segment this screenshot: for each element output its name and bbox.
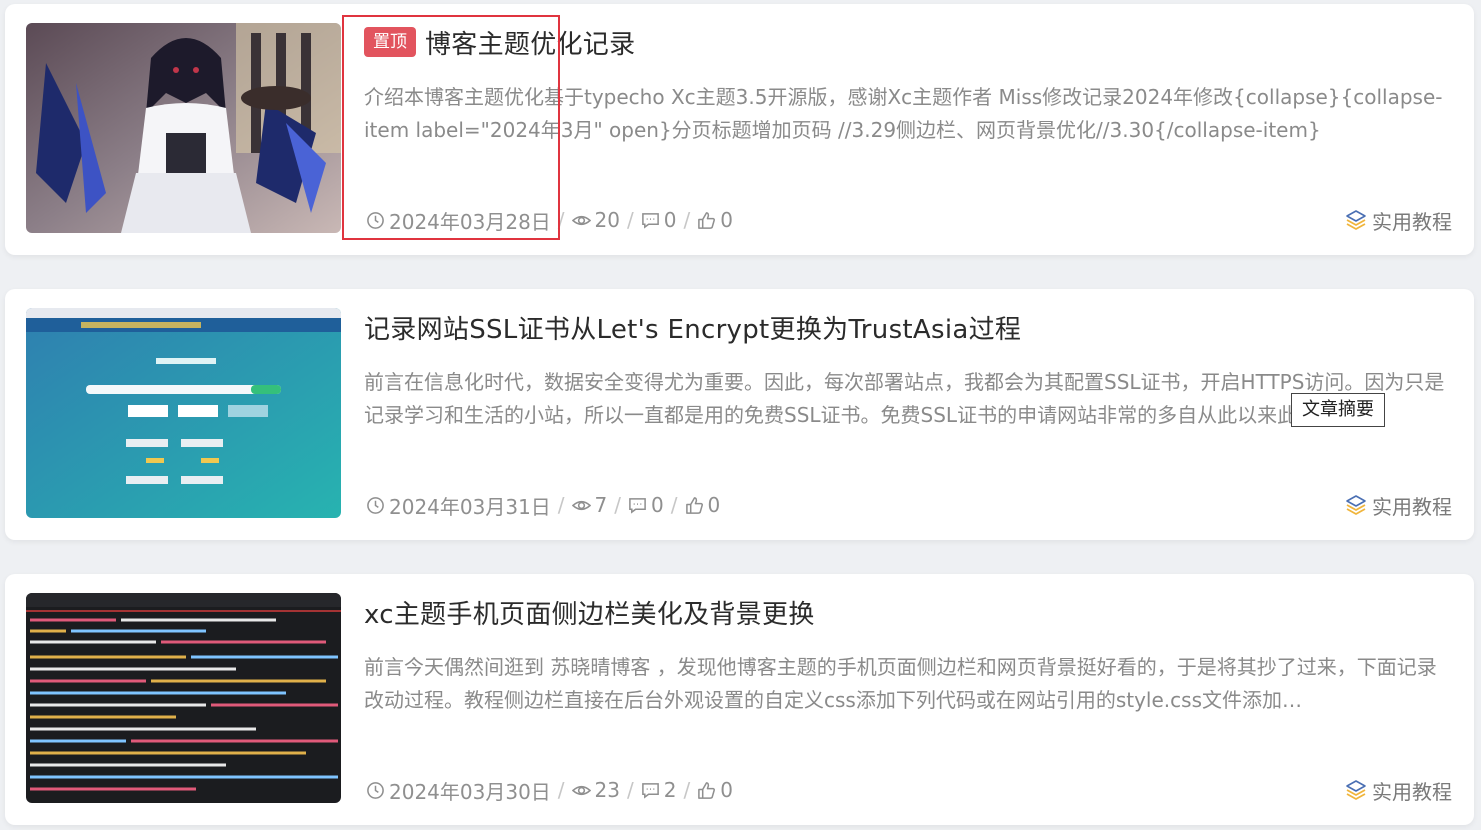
post-thumbnail[interactable] <box>26 593 341 803</box>
post-category[interactable]: 实用教程 <box>1345 491 1452 519</box>
category-label[interactable]: 实用教程 <box>1372 491 1452 520</box>
post-meta: 2024年03月30日 / 23 / 2 / 0 <box>366 776 733 804</box>
meta-divider: / <box>683 208 691 232</box>
post-thumbnail[interactable] <box>26 308 341 518</box>
post-comments: 0 <box>663 208 677 232</box>
thumbs-up-icon[interactable] <box>697 211 716 230</box>
post-excerpt: 介绍本博客主题优化基于typecho Xc主题3.5开源版，感谢Xc主题作者 M… <box>364 85 1443 142</box>
post-likes: 0 <box>720 208 733 232</box>
meta-divider: / <box>557 493 565 517</box>
post-title-row: xc主题手机页面侧边栏美化及背景更换 <box>364 594 815 630</box>
post-excerpt: 前言今天偶然间逛到 苏晓晴博客 ，发现他博客主题的手机页面侧边栏和网页背景挺好看… <box>364 655 1437 712</box>
category-label[interactable]: 实用教程 <box>1372 206 1452 235</box>
post-comments: 0 <box>651 493 664 517</box>
css-code-thumbnail <box>26 593 341 803</box>
eye-icon <box>571 496 591 515</box>
thumbs-up-icon[interactable] <box>697 781 716 800</box>
post-likes: 0 <box>707 493 721 517</box>
meta-divider: / <box>627 778 634 802</box>
layers-icon <box>1346 780 1366 800</box>
eye-icon <box>571 781 591 800</box>
meta-divider: / <box>557 778 565 802</box>
post-title[interactable]: 博客主题优化记录 <box>425 24 635 61</box>
meta-divider: / <box>627 208 634 232</box>
category-label[interactable]: 实用教程 <box>1372 776 1452 805</box>
post-card[interactable]: 记录网站SSL证书从Let's Encrypt更换为TrustAsia过程 前言… <box>5 289 1474 540</box>
meta-divider: / <box>683 778 691 802</box>
post-likes: 0 <box>720 778 733 802</box>
post-meta: 2024年03月31日 / 7 / 0 / 0 <box>366 491 720 519</box>
post-views: 20 <box>594 208 620 232</box>
post-date: 2024年03月30日 <box>389 779 551 804</box>
layers-icon <box>1346 495 1366 515</box>
thumbs-up-icon[interactable] <box>685 496 704 515</box>
post-meta: 2024年03月28日 / 20 / 0 / 0 <box>366 206 733 234</box>
eye-icon <box>571 211 591 230</box>
post-views: 7 <box>594 493 608 517</box>
pinned-badge: 置顶 <box>364 27 416 57</box>
post-date: 2024年03月28日 <box>389 209 551 234</box>
post-views: 23 <box>594 778 620 802</box>
post-card[interactable]: 置顶 博客主题优化记录 介绍本博客主题优化基于typecho Xc主题3.5开源… <box>5 4 1474 255</box>
meta-divider: / <box>557 208 565 232</box>
freessl-website-thumbnail <box>26 308 341 518</box>
post-title[interactable]: xc主题手机页面侧边栏美化及背景更换 <box>364 594 815 631</box>
meta-divider: / <box>670 493 678 517</box>
post-title-row: 记录网站SSL证书从Let's Encrypt更换为TrustAsia过程 <box>364 309 1021 345</box>
clock-icon <box>366 211 385 230</box>
comment-icon <box>641 781 660 800</box>
clock-icon <box>366 781 385 800</box>
meta-divider: / <box>614 493 622 517</box>
post-card[interactable]: xc主题手机页面侧边栏美化及背景更换 前言今天偶然间逛到 苏晓晴博客 ，发现他博… <box>5 574 1474 825</box>
post-category[interactable]: 实用教程 <box>1345 206 1452 234</box>
post-title[interactable]: 记录网站SSL证书从Let's Encrypt更换为TrustAsia过程 <box>364 309 1021 346</box>
comment-icon <box>628 496 647 515</box>
layers-icon <box>1346 210 1366 230</box>
post-thumbnail[interactable] <box>26 23 341 233</box>
post-date: 2024年03月31日 <box>389 494 551 519</box>
clock-icon <box>366 496 385 515</box>
excerpt-tooltip: 文章摘要 <box>1291 393 1385 427</box>
post-title-row: 置顶 博客主题优化记录 <box>364 24 635 60</box>
comment-icon <box>641 211 660 230</box>
post-comments: 2 <box>663 778 677 802</box>
post-category[interactable]: 实用教程 <box>1345 776 1452 804</box>
anime-character-thumbnail <box>26 23 341 233</box>
